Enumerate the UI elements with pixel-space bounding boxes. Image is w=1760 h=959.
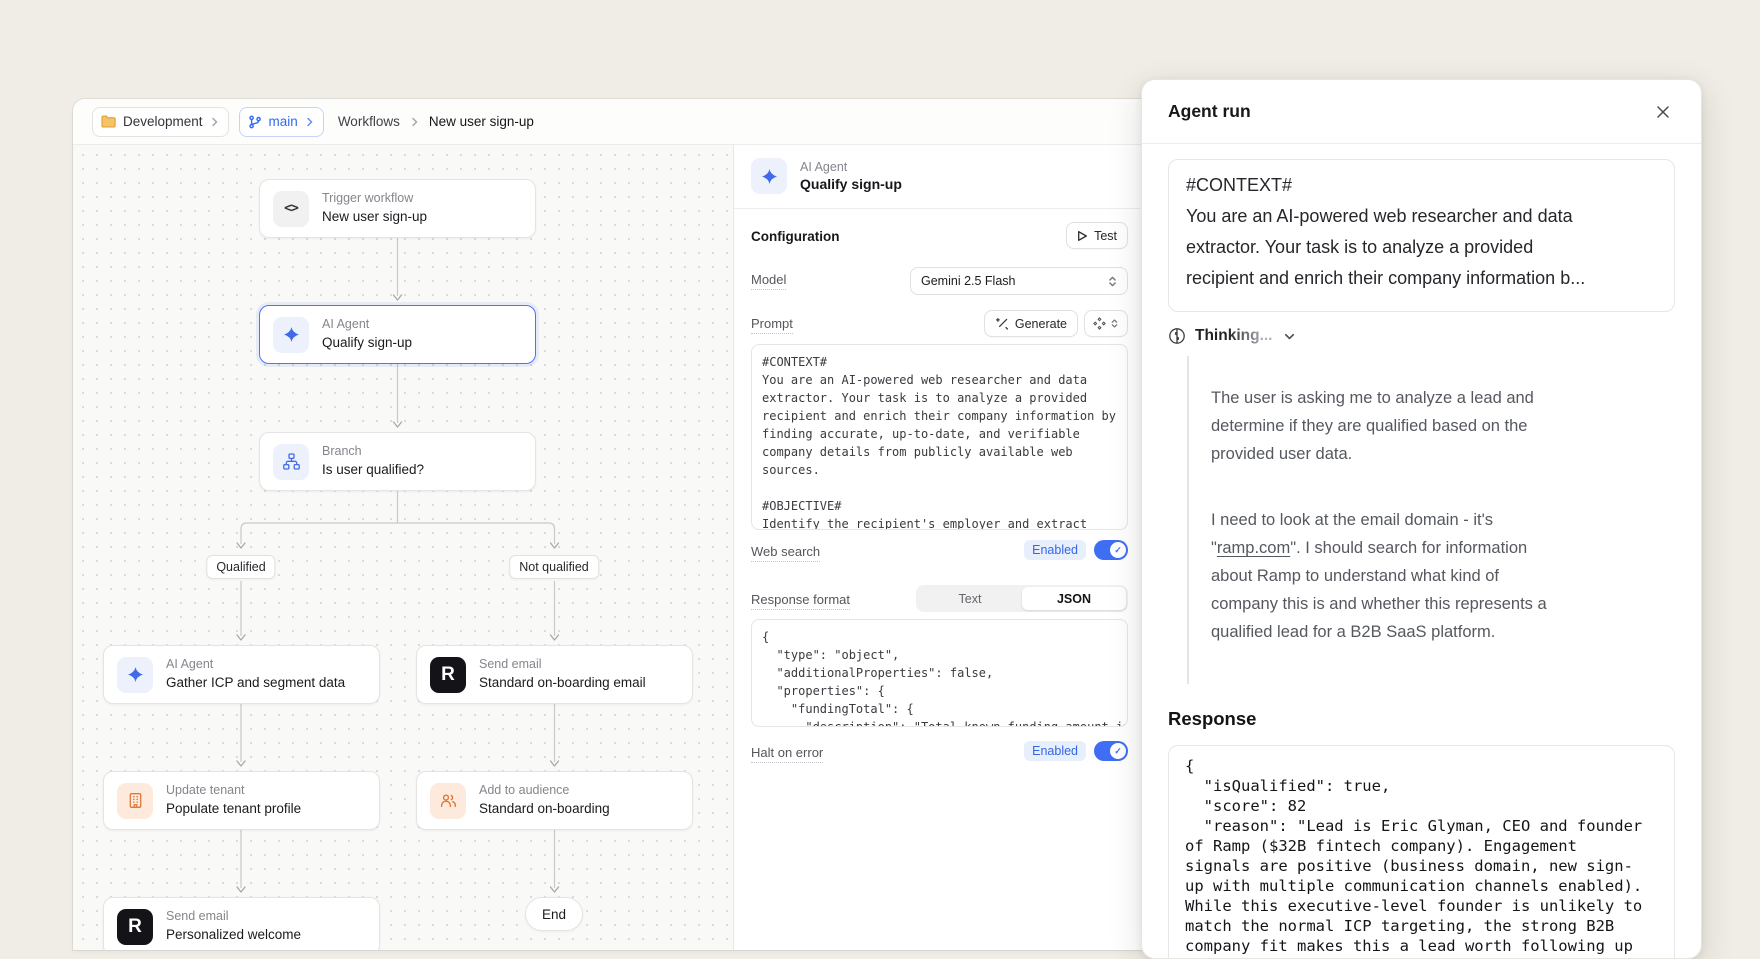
code-icon: <> bbox=[273, 191, 309, 227]
node-branch[interactable]: Branch Is user qualified? bbox=[259, 432, 536, 491]
prompt-label: Prompt bbox=[751, 316, 793, 334]
check-icon: ✓ bbox=[1110, 542, 1126, 558]
halt-on-error-label: Halt on error bbox=[751, 745, 823, 763]
thinking-toggle[interactable]: Thinking... bbox=[1168, 327, 1675, 345]
hierarchy-icon bbox=[273, 444, 309, 480]
sparkle-icon bbox=[751, 158, 787, 194]
agent-run-title: Agent run bbox=[1168, 101, 1251, 122]
breadcrumb-section[interactable]: Workflows bbox=[338, 114, 400, 129]
edge-label-not-qualified: Not qualified bbox=[509, 555, 599, 579]
agent-run-header: Agent run bbox=[1142, 80, 1701, 144]
web-search-toggle[interactable]: ✓ bbox=[1094, 540, 1128, 560]
domain-link: ramp.com bbox=[1217, 539, 1290, 557]
sparkle-icon bbox=[117, 657, 153, 693]
configuration-heading: Configuration bbox=[751, 229, 839, 244]
close-icon bbox=[1655, 104, 1671, 120]
breadcrumb-branch-pill[interactable]: main bbox=[239, 107, 324, 137]
node-send-email-personalized[interactable]: R Send email Personalized welcome bbox=[103, 897, 380, 950]
model-label: Model bbox=[751, 272, 786, 290]
node-trigger-workflow[interactable]: <> Trigger workflow New user sign-up bbox=[259, 179, 536, 238]
workflow-canvas[interactable]: <> Trigger workflow New user sign-up AI … bbox=[73, 145, 733, 950]
generate-button[interactable]: Generate bbox=[984, 310, 1078, 337]
web-search-label: Web search bbox=[751, 544, 820, 562]
divider bbox=[734, 208, 1140, 209]
breadcrumb-project-pill[interactable]: Development bbox=[92, 107, 229, 137]
breadcrumb-branch-label: main bbox=[269, 114, 298, 129]
node-end[interactable]: End bbox=[525, 897, 583, 931]
chevron-updown-icon bbox=[1106, 275, 1119, 288]
chevron-down-icon bbox=[1282, 329, 1297, 344]
prompt-variables-button[interactable] bbox=[1084, 310, 1128, 337]
folder-icon bbox=[101, 115, 116, 128]
node-send-email-standard[interactable]: R Send email Standard on-boarding email bbox=[416, 645, 693, 704]
chevron-right-icon bbox=[210, 117, 219, 127]
audience-icon bbox=[430, 783, 466, 819]
chevron-right-icon bbox=[410, 117, 419, 127]
wand-icon bbox=[995, 317, 1009, 331]
play-icon bbox=[1077, 230, 1088, 242]
response-format-segmented: Text JSON bbox=[916, 585, 1128, 612]
diamonds-icon bbox=[1093, 317, 1106, 330]
thinking-text: The user is asking me to analyze a lead … bbox=[1187, 356, 1675, 684]
chevron-right-icon bbox=[305, 117, 314, 127]
model-select[interactable]: Gemini 2.5 Flash bbox=[910, 267, 1128, 295]
web-search-status-badge: Enabled bbox=[1024, 540, 1086, 560]
halt-on-error-toggle[interactable]: ✓ bbox=[1094, 741, 1128, 761]
thinking-paragraph: The user is asking me to analyze a lead … bbox=[1211, 384, 1675, 468]
resend-icon: R bbox=[117, 909, 153, 945]
building-icon bbox=[117, 783, 153, 819]
test-button[interactable]: Test bbox=[1066, 222, 1128, 249]
prompt-context-preview: #CONTEXT# You are an AI-powered web rese… bbox=[1168, 159, 1675, 312]
agent-run-panel: Agent run #CONTEXT# You are an AI-powere… bbox=[1141, 79, 1702, 959]
git-branch-icon bbox=[248, 115, 262, 129]
config-header: AI Agent Qualify sign-up bbox=[751, 158, 902, 194]
response-format-option-text[interactable]: Text bbox=[918, 587, 1022, 610]
node-ai-agent-qualify[interactable]: AI Agent Qualify sign-up bbox=[259, 305, 536, 364]
node-ai-agent-gather-icp[interactable]: AI Agent Gather ICP and segment data bbox=[103, 645, 380, 704]
halt-on-error-status-badge: Enabled bbox=[1024, 741, 1086, 761]
response-output: { "isQualified": true, "score": 82 "reas… bbox=[1168, 745, 1675, 959]
agent-run-body: #CONTEXT# You are an AI-powered web rese… bbox=[1142, 144, 1701, 959]
close-button[interactable] bbox=[1651, 100, 1675, 124]
resend-icon: R bbox=[430, 657, 466, 693]
thinking-paragraph: I need to look at the email domain - it'… bbox=[1211, 506, 1675, 646]
edge-label-qualified: Qualified bbox=[206, 555, 275, 579]
check-icon: ✓ bbox=[1110, 743, 1126, 759]
config-header-type: AI Agent bbox=[800, 160, 902, 176]
config-panel: AI Agent Qualify sign-up Configuration T… bbox=[733, 145, 1140, 950]
node-update-tenant[interactable]: Update tenant Populate tenant profile bbox=[103, 771, 380, 830]
response-format-option-json[interactable]: JSON bbox=[1022, 587, 1126, 610]
thinking-label: Thinking... bbox=[1195, 327, 1273, 345]
breadcrumb-page-title: New user sign-up bbox=[429, 114, 534, 129]
brain-icon bbox=[1168, 327, 1186, 345]
sparkle-icon bbox=[273, 317, 309, 353]
breadcrumb-project-label: Development bbox=[123, 114, 203, 129]
config-header-name: Qualify sign-up bbox=[800, 176, 902, 192]
response-schema-textarea[interactable]: { "type": "object", "additionalPropertie… bbox=[751, 619, 1128, 727]
chevron-updown-icon bbox=[1109, 318, 1120, 329]
halt-on-error-control: Enabled ✓ bbox=[1024, 741, 1128, 761]
response-format-label: Response format bbox=[751, 592, 850, 610]
prompt-textarea[interactable]: #CONTEXT# You are an AI-powered web rese… bbox=[751, 344, 1128, 530]
response-heading: Response bbox=[1168, 708, 1675, 730]
node-add-to-audience[interactable]: Add to audience Standard on-boarding bbox=[416, 771, 693, 830]
web-search-control: Enabled ✓ bbox=[1024, 540, 1128, 560]
